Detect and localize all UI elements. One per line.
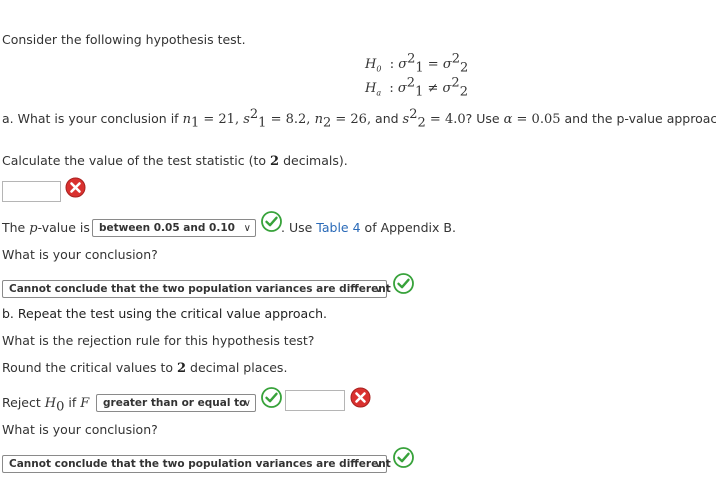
alternative-hypothesis: Ha : σ21 ≠ σ22 — [365, 75, 468, 100]
conclusion-b-question: What is your conclusion? — [2, 422, 158, 437]
incorrect-icon — [65, 177, 86, 198]
incorrect-icon — [350, 387, 371, 408]
critical-value-input[interactable] — [285, 390, 345, 411]
correct-icon — [261, 387, 282, 408]
correct-icon — [393, 273, 414, 294]
intro-text: Consider the following hypothesis test. — [2, 32, 246, 47]
chevron-down-icon: ∨ — [374, 284, 382, 295]
p-value-select[interactable]: between 0.05 and 0.10 ∨ — [92, 219, 256, 237]
conclusion-b-select[interactable]: Cannot conclude that the two population … — [2, 455, 391, 473]
conclusion-a-question: What is your conclusion? — [2, 247, 158, 262]
table-reference: . Use Table 4 of Appendix B. — [281, 220, 456, 235]
test-statistic-input[interactable] — [2, 181, 61, 202]
p-value-label: The p-value is — [2, 220, 90, 236]
chevron-down-icon: ∨ — [243, 223, 251, 234]
correct-icon — [261, 211, 282, 232]
conclusion-a-select[interactable]: Cannot conclude that the two population … — [2, 280, 391, 298]
null-hypothesis: H0 : σ21 = σ22 — [365, 51, 469, 76]
comparison-select[interactable]: greater than or equal to ∨ — [96, 394, 256, 412]
reject-rule-label: Reject H0 if F — [2, 395, 90, 415]
test-statistic-prompt: Calculate the value of the test statisti… — [2, 153, 348, 169]
rejection-rule-question: What is the rejection rule for this hypo… — [2, 333, 315, 348]
table-4-link[interactable]: Table 4 — [316, 220, 360, 235]
round-instruction: Round the critical values to 2 decimal p… — [2, 360, 288, 376]
part-a-question: a. What is your conclusion if n1 = 21, s… — [2, 106, 716, 131]
chevron-down-icon: ∨ — [374, 459, 382, 470]
part-b-heading: b. Repeat the test using the critical va… — [2, 306, 327, 321]
correct-icon — [393, 447, 414, 468]
chevron-down-icon: ∨ — [243, 398, 251, 409]
